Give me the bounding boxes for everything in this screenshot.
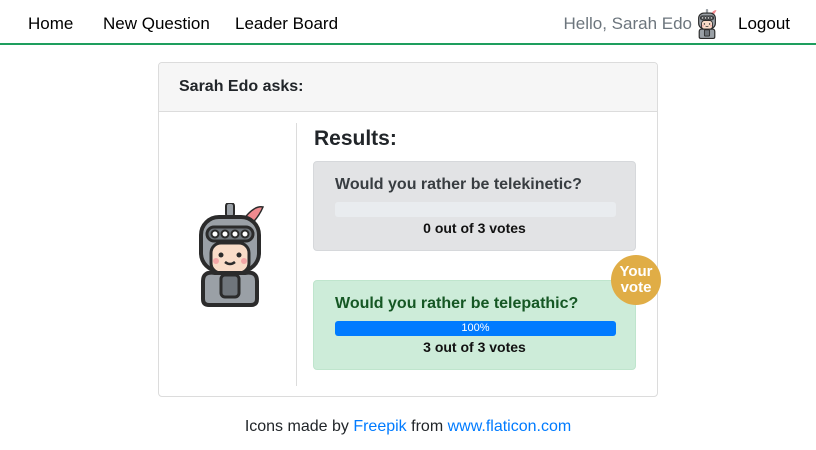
nav-new-question-link[interactable]: New Question: [103, 14, 210, 34]
vote-progress-bar: 100%: [335, 321, 616, 336]
vote-progress-fill: 100%: [335, 321, 616, 336]
footer-attribution: Icons made by Freepik from www.flaticon.…: [0, 418, 816, 436]
freepik-link[interactable]: Freepik: [353, 418, 406, 435]
footer-prefix: Icons made by: [244, 418, 349, 435]
your-vote-line2: vote: [620, 279, 652, 296]
nav-leader-board-link[interactable]: Leader Board: [235, 14, 338, 34]
your-vote-line1: Your: [619, 263, 653, 280]
poll-option-one: Would you rather be telekinetic? 0 out o…: [313, 161, 636, 251]
option-text: Would you rather be telekinetic?: [335, 176, 582, 193]
navbar: Home New Question Leader Board Hello, Sa…: [0, 0, 816, 45]
logout-link[interactable]: Logout: [738, 14, 790, 34]
knight-avatar-icon: [199, 203, 265, 307]
user-greeting: Hello, Sarah Edo: [563, 14, 692, 33]
option-vote-count: 3 out of 3 votes: [423, 339, 526, 355]
results-title: Results:: [314, 127, 397, 150]
option-vote-count: 0 out of 3 votes: [423, 220, 526, 236]
nav-home-link[interactable]: Home: [28, 14, 73, 34]
footer-middle: from: [411, 418, 444, 435]
knight-avatar-icon: [698, 9, 717, 39]
option-text: Would you rather be telepathic?: [335, 295, 579, 312]
card-divider: [296, 123, 297, 386]
poll-option-two: Would you rather be telepathic? 100% 3 o…: [313, 280, 636, 370]
card-header: Sarah Edo asks:: [159, 63, 657, 112]
your-vote-badge: Your vote: [611, 255, 661, 305]
vote-progress-bar: [335, 202, 616, 217]
flaticon-link[interactable]: www.flaticon.com: [448, 418, 572, 435]
question-card: Sarah Edo asks: Results: Would you rathe…: [158, 62, 661, 397]
